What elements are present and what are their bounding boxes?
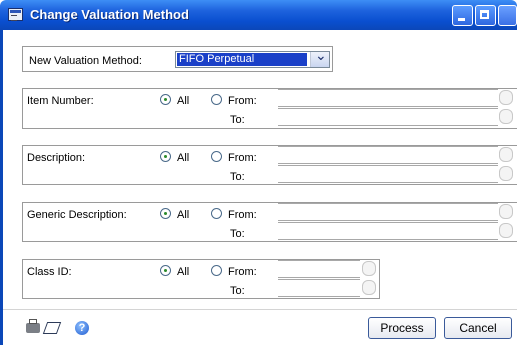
item-number-to-label: To: xyxy=(230,114,245,126)
generic-description-label: Generic Description: xyxy=(27,209,127,221)
window-title: Change Valuation Method xyxy=(30,7,189,22)
class-id-to-label: To: xyxy=(230,285,245,297)
item-number-from-field[interactable] xyxy=(278,89,498,107)
description-to-field[interactable] xyxy=(278,165,498,183)
class-id-from-label: From: xyxy=(228,266,257,278)
generic-description-to-lookup-icon[interactable] xyxy=(499,223,513,238)
cancel-button[interactable]: Cancel xyxy=(444,317,512,339)
class-id-all-label: All xyxy=(177,266,190,278)
class-id-label: Class ID: xyxy=(27,266,72,278)
generic-description-from-field[interactable] xyxy=(278,203,498,221)
generic-description-to-field[interactable] xyxy=(278,222,498,240)
class-id-from-lookup-icon[interactable] xyxy=(362,261,376,276)
bottom-separator xyxy=(3,309,517,310)
description-all-radio[interactable] xyxy=(160,151,171,162)
printer-icon[interactable] xyxy=(26,319,40,333)
item-number-to-lookup-icon[interactable] xyxy=(499,109,513,124)
generic-description-from-radio[interactable] xyxy=(211,208,222,219)
description-from-lookup-icon[interactable] xyxy=(499,147,513,162)
class-id-from-radio[interactable] xyxy=(211,265,222,276)
generic-description-from-lookup-icon[interactable] xyxy=(499,204,513,219)
item-number-all-label: All xyxy=(177,95,190,107)
description-label: Description: xyxy=(27,152,86,164)
help-icon[interactable]: ? xyxy=(75,321,89,335)
item-number-all-radio[interactable] xyxy=(160,94,171,105)
class-id-to-field[interactable] xyxy=(278,279,360,297)
title-bar[interactable]: Change Valuation Method xyxy=(0,0,517,30)
item-number-from-lookup-icon[interactable] xyxy=(499,90,513,105)
generic-description-to-label: To: xyxy=(230,228,245,240)
generic-description-from-label: From: xyxy=(228,209,257,221)
item-number-from-label: From: xyxy=(228,95,257,107)
process-button-label: Process xyxy=(380,321,424,335)
item-number-from-radio[interactable] xyxy=(211,94,222,105)
window-app-icon xyxy=(8,8,23,21)
description-from-radio[interactable] xyxy=(211,151,222,162)
description-to-lookup-icon[interactable] xyxy=(499,166,513,181)
cancel-button-label: Cancel xyxy=(459,321,497,335)
description-all-label: All xyxy=(177,152,190,164)
generic-description-all-label: All xyxy=(177,209,190,221)
description-to-label: To: xyxy=(230,171,245,183)
process-button[interactable]: Process xyxy=(368,317,436,339)
valuation-method-value: FIFO Perpetual xyxy=(177,53,307,66)
generic-description-all-radio[interactable] xyxy=(160,208,171,219)
description-from-label: From: xyxy=(228,152,257,164)
item-number-to-field[interactable] xyxy=(278,108,498,126)
close-button[interactable] xyxy=(498,5,517,26)
class-id-from-field[interactable] xyxy=(278,260,360,278)
valuation-method-label: New Valuation Method: xyxy=(29,55,142,67)
class-id-to-lookup-icon[interactable] xyxy=(362,280,376,295)
valuation-method-dropdown[interactable]: FIFO Perpetual xyxy=(175,47,330,68)
chevron-down-icon[interactable] xyxy=(310,47,329,67)
item-number-label: Item Number: xyxy=(27,95,94,107)
maximize-button[interactable] xyxy=(475,5,496,26)
description-from-field[interactable] xyxy=(278,146,498,164)
class-id-all-radio[interactable] xyxy=(160,265,171,276)
minimize-button[interactable] xyxy=(452,5,473,26)
